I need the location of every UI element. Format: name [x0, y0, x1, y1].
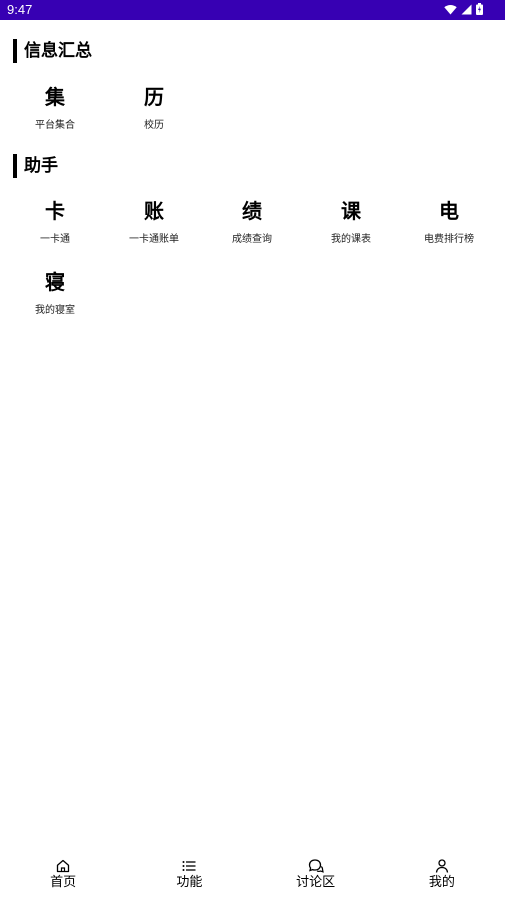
section-accent-bar	[13, 39, 17, 63]
grid-item-label: 校历	[144, 120, 164, 131]
grid-item-icon: 历	[144, 85, 164, 109]
grid-item-schedule[interactable]: 课 我的课表	[302, 198, 400, 246]
grid-item-icon: 课	[341, 199, 361, 223]
grid-item-icon: 绩	[242, 199, 262, 223]
grid-item-icon: 电	[439, 199, 459, 223]
section-header-assistant: 助手	[13, 154, 58, 178]
section-accent-bar	[13, 154, 17, 178]
grid-item-icon: 账	[144, 199, 164, 223]
status-bar: 9:47	[0, 0, 505, 20]
section-header-info: 信息汇总	[13, 39, 92, 63]
nav-item-functions[interactable]: 功能	[126, 850, 252, 898]
grid-item-label: 我的课表	[331, 234, 371, 245]
grid-item-card[interactable]: 卡 一卡通	[6, 198, 104, 246]
status-time: 9:47	[7, 2, 33, 17]
home-icon	[56, 859, 70, 873]
grid-item-platform[interactable]: 集 平台集合	[6, 84, 104, 132]
list-icon	[182, 861, 196, 871]
battery-icon	[476, 3, 483, 15]
nav-label: 功能	[176, 875, 203, 890]
grid-item-label: 一卡通	[40, 234, 70, 245]
grid-item-dorm[interactable]: 寝 我的寝室	[6, 269, 104, 317]
grid-item-icon: 寝	[45, 270, 65, 294]
grid-item-card-bill[interactable]: 账 一卡通账单	[105, 198, 203, 246]
grid-item-label: 平台集合	[35, 120, 75, 131]
nav-item-home[interactable]: 首页	[0, 850, 126, 898]
grid-item-label: 电费排行榜	[424, 234, 474, 245]
grid-item-icon: 集	[45, 85, 65, 109]
grid-item-label: 我的寝室	[35, 305, 75, 316]
grid-item-grades[interactable]: 绩 成绩查询	[203, 198, 301, 246]
nav-label: 首页	[50, 875, 77, 890]
app-screen: 9:47 信息汇总 集 平台集合 历 校历 助手 卡 一卡通 账 一卡通账单 绩…	[0, 0, 505, 898]
grid-item-icon: 卡	[45, 199, 65, 223]
nav-label: 我的	[428, 875, 455, 890]
grid-item-calendar[interactable]: 历 校历	[105, 84, 203, 132]
section-title: 信息汇总	[24, 41, 92, 61]
nav-item-mine[interactable]: 我的	[379, 850, 505, 898]
nav-label: 讨论区	[296, 875, 336, 890]
bottom-nav: 首页 功能 讨论区 我的	[0, 850, 505, 898]
section-title: 助手	[24, 156, 58, 176]
wifi-icon	[444, 4, 457, 15]
signal-icon	[461, 4, 472, 15]
nav-item-discussion[interactable]: 讨论区	[253, 850, 379, 898]
grid-item-label: 一卡通账单	[129, 234, 179, 245]
chat-icon	[308, 859, 324, 873]
status-icons	[444, 3, 483, 15]
grid-item-label: 成绩查询	[232, 234, 272, 245]
person-icon	[435, 859, 449, 873]
grid-item-electricity[interactable]: 电 电费排行榜	[400, 198, 498, 246]
